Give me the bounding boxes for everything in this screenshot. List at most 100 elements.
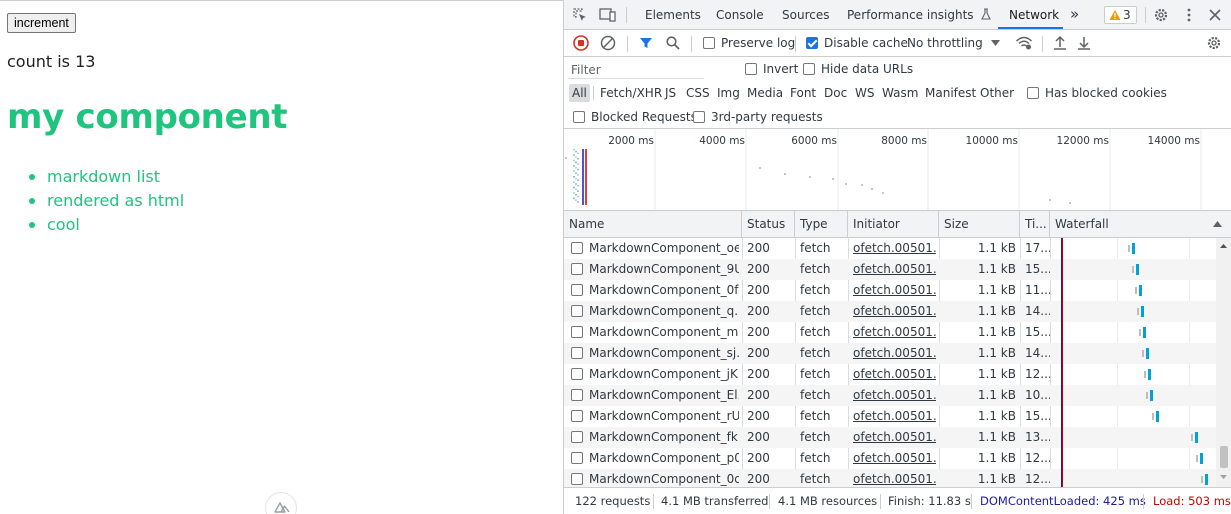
has-blocked-cookies-checkbox[interactable] <box>1027 87 1039 99</box>
waterfall-bar[interactable] <box>1195 432 1198 443</box>
request-name[interactable]: MarkdownComponent_fk... <box>589 427 739 448</box>
request-name[interactable]: MarkdownComponent_ml... <box>589 322 739 343</box>
table-row[interactable]: MarkdownComponent_fk... 200 fetch ofetch.00… <box>564 427 1216 448</box>
settings-gear-icon[interactable] <box>1153 7 1169 23</box>
column-size[interactable]: Size <box>939 211 1020 238</box>
sort-ascending-icon[interactable] <box>1213 221 1222 227</box>
more-tabs-button[interactable]: » <box>1070 5 1079 23</box>
request-name[interactable]: MarkdownComponent_q... <box>589 301 739 322</box>
waterfall-bar[interactable] <box>1150 390 1153 401</box>
table-scrollbar[interactable] <box>1216 238 1231 487</box>
column-waterfall[interactable]: Waterfall <box>1050 211 1231 238</box>
search-icon[interactable] <box>665 35 681 51</box>
type-font[interactable]: Font <box>787 84 819 102</box>
type-other[interactable]: Other <box>977 84 1017 102</box>
type-ws[interactable]: WS <box>852 84 877 102</box>
stop-recording-icon[interactable] <box>573 35 589 51</box>
nuxt-devtools-button[interactable] <box>265 492 297 514</box>
type-css[interactable]: CSS <box>683 84 713 102</box>
inspect-element-icon[interactable] <box>572 7 588 23</box>
network-overview[interactable]: 2000 ms 4000 ms 6000 ms 8000 ms 10000 ms… <box>564 129 1231 211</box>
tab-network[interactable]: Network <box>1009 8 1059 22</box>
waterfall-bar[interactable] <box>1132 243 1135 254</box>
request-initiator-link[interactable]: ofetch.00501... <box>853 280 936 301</box>
type-media[interactable]: Media <box>744 84 786 102</box>
table-row[interactable]: MarkdownComponent_sj... 200 fetch ofetch.00… <box>564 343 1216 364</box>
table-row[interactable]: MarkdownComponent_p0... 200 fetch ofetch.00… <box>564 448 1216 469</box>
type-wasm[interactable]: Wasm <box>879 84 921 102</box>
tab-sources[interactable]: Sources <box>782 8 829 22</box>
chevron-down-icon[interactable] <box>991 40 1000 46</box>
scroll-down-icon[interactable] <box>1216 472 1231 482</box>
request-initiator-link[interactable]: ofetch.00501... <box>853 238 936 259</box>
request-name[interactable]: MarkdownComponent_0d... <box>589 469 739 487</box>
hide-data-urls-checkbox[interactable] <box>803 63 815 75</box>
request-name[interactable]: MarkdownComponent_p0... <box>589 448 739 469</box>
clear-icon[interactable] <box>600 35 616 51</box>
close-icon[interactable] <box>1207 7 1223 23</box>
request-initiator-link[interactable]: ofetch.00501... <box>853 364 936 385</box>
waterfall-bar[interactable] <box>1200 453 1203 464</box>
waterfall-bar[interactable] <box>1205 474 1208 485</box>
network-conditions-icon[interactable] <box>1015 35 1033 51</box>
request-name[interactable]: MarkdownComponent_oe... <box>589 238 739 259</box>
request-initiator-link[interactable]: ofetch.00501... <box>853 322 936 343</box>
waterfall-bar[interactable] <box>1136 264 1139 275</box>
network-settings-gear-icon[interactable] <box>1206 35 1222 51</box>
request-initiator-link[interactable]: ofetch.00501... <box>853 427 936 448</box>
tab-console[interactable]: Console <box>716 8 764 22</box>
import-har-icon[interactable] <box>1052 35 1068 51</box>
request-initiator-link[interactable]: ofetch.00501... <box>853 469 936 487</box>
blocked-requests-checkbox[interactable] <box>573 111 585 123</box>
filter-icon[interactable] <box>638 35 654 51</box>
table-row[interactable]: MarkdownComponent_jK... 200 fetch ofetch.00… <box>564 364 1216 385</box>
device-toolbar-icon[interactable] <box>599 7 617 23</box>
column-initiator[interactable]: Initiator <box>848 211 939 238</box>
request-initiator-link[interactable]: ofetch.00501... <box>853 448 936 469</box>
preserve-log-checkbox[interactable] <box>703 37 715 49</box>
tab-elements[interactable]: Elements <box>645 8 701 22</box>
filter-input[interactable] <box>568 61 704 79</box>
waterfall-bar[interactable] <box>1148 369 1151 380</box>
type-all[interactable]: All <box>569 84 590 102</box>
type-manifest[interactable]: Manifest <box>922 84 979 102</box>
column-type[interactable]: Type <box>795 211 848 238</box>
waterfall-bar[interactable] <box>1156 411 1159 422</box>
throttling-select[interactable]: No throttling <box>907 36 983 50</box>
request-initiator-link[interactable]: ofetch.00501... <box>853 259 936 280</box>
table-row[interactable]: MarkdownComponent_oe... 200 fetch ofetch.00… <box>564 238 1216 259</box>
request-name[interactable]: MarkdownComponent_rU... <box>589 406 739 427</box>
request-initiator-link[interactable]: ofetch.00501... <box>853 301 936 322</box>
request-initiator-link[interactable]: ofetch.00501... <box>853 406 936 427</box>
column-status[interactable]: Status <box>742 211 795 238</box>
waterfall-bar[interactable] <box>1139 285 1142 296</box>
scrollbar-thumb[interactable] <box>1220 446 1228 468</box>
request-name[interactable]: MarkdownComponent_sj... <box>589 343 739 364</box>
third-party-checkbox[interactable] <box>693 111 705 123</box>
table-row[interactable]: MarkdownComponent_9U... 200 fetch ofetch.00… <box>564 259 1216 280</box>
request-name[interactable]: MarkdownComponent_El... <box>589 385 739 406</box>
scroll-up-icon[interactable] <box>1216 241 1231 251</box>
waterfall-bar[interactable] <box>1143 327 1146 338</box>
table-row[interactable]: MarkdownComponent_El... 200 fetch ofetch.00… <box>564 385 1216 406</box>
more-options-icon[interactable] <box>1181 7 1197 23</box>
table-row[interactable]: MarkdownComponent_ml... 200 fetch ofetch.00… <box>564 322 1216 343</box>
waterfall-bar[interactable] <box>1146 348 1149 359</box>
request-name[interactable]: MarkdownComponent_9U... <box>589 259 739 280</box>
waterfall-bar[interactable] <box>1141 306 1144 317</box>
table-row[interactable]: MarkdownComponent_0f... 200 fetch ofetch.00… <box>564 280 1216 301</box>
type-img[interactable]: Img <box>714 84 743 102</box>
type-doc[interactable]: Doc <box>821 84 850 102</box>
disable-cache-checkbox[interactable] <box>806 37 818 49</box>
table-row[interactable]: MarkdownComponent_0d... 200 fetch ofetch.00… <box>564 469 1216 487</box>
column-name[interactable]: Name <box>564 211 742 238</box>
invert-checkbox[interactable] <box>745 63 757 75</box>
tab-performance-insights[interactable]: Performance insights <box>847 8 992 22</box>
request-initiator-link[interactable]: ofetch.00501... <box>853 385 936 406</box>
column-time[interactable]: Ti... <box>1020 211 1050 238</box>
table-row[interactable]: MarkdownComponent_rU... 200 fetch ofetch.00… <box>564 406 1216 427</box>
type-js[interactable]: JS <box>662 84 679 102</box>
increment-button[interactable]: increment <box>7 13 76 33</box>
request-name[interactable]: MarkdownComponent_jK... <box>589 364 739 385</box>
issues-badge[interactable]: 3 <box>1104 6 1137 24</box>
